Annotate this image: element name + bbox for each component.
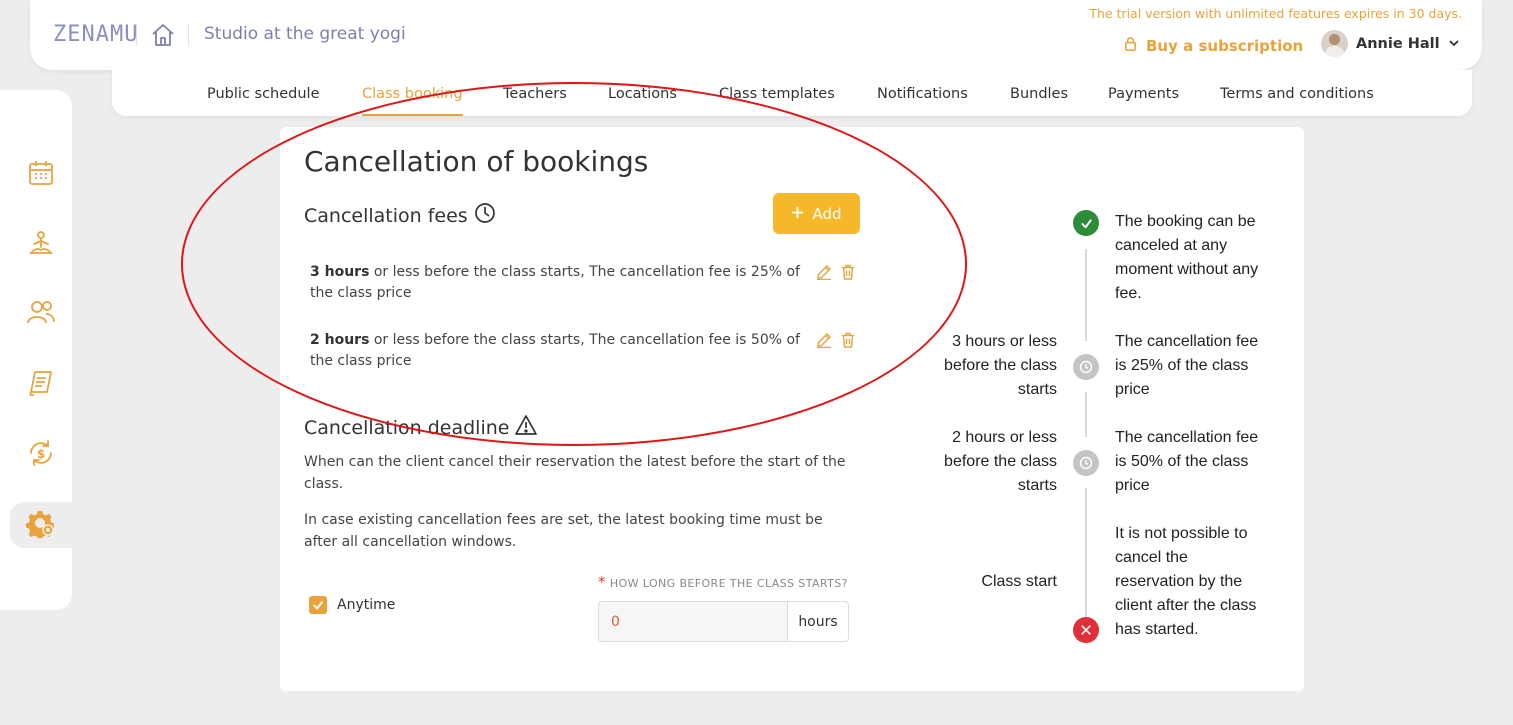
clock-icon <box>474 202 496 229</box>
hours-input[interactable] <box>599 602 787 641</box>
buy-subscription-label: Buy a subscription <box>1146 36 1304 55</box>
add-fee-label: Add <box>812 204 842 223</box>
trial-notice: The trial version with unlimited feature… <box>1089 6 1462 21</box>
tab-terms-and-conditions[interactable]: Terms and conditions <box>1220 86 1374 102</box>
zenamu-logo[interactable]: ZENAMU <box>53 22 138 47</box>
timeline-step-label: 2 hours or less before the class starts <box>944 429 1057 494</box>
settings-tabs: Public schedule Class booking Teachers L… <box>112 70 1472 116</box>
checkbox-checked-icon <box>309 596 327 614</box>
cancellation-deadline-heading: Cancellation deadline <box>304 414 538 441</box>
cancellation-fees-heading: Cancellation fees <box>304 202 496 229</box>
timeline-step-label: 3 hours or less before the class starts <box>944 333 1057 398</box>
clock-circle-icon <box>1073 354 1099 380</box>
buy-subscription-button[interactable]: Buy a subscription <box>1123 36 1303 55</box>
fee-row-actions <box>816 264 856 280</box>
timeline-step-text: The cancellation fee is 25% of the class… <box>1115 333 1259 398</box>
header-divider <box>188 24 189 46</box>
sidebar-item-clients[interactable] <box>10 291 72 337</box>
sidebar-item-calendar[interactable] <box>10 152 72 198</box>
people-icon <box>26 297 56 331</box>
add-fee-button[interactable]: Add <box>773 193 860 234</box>
tab-public-schedule[interactable]: Public schedule <box>207 86 320 102</box>
trash-icon[interactable] <box>840 264 856 280</box>
money-cycle-icon: $ <box>26 438 56 472</box>
calendar-icon <box>26 158 56 192</box>
timeline-step-label: Class start <box>981 573 1057 590</box>
timeline-step-text: The booking can be canceled at any momen… <box>1115 213 1259 302</box>
top-header: ZENAMU Studio at the great yogi The tria… <box>30 0 1482 70</box>
fee-row-actions <box>816 332 856 348</box>
plus-icon <box>791 205 804 223</box>
sidebar-item-reports[interactable] <box>10 362 72 408</box>
fee-text: or less before the class starts, The can… <box>310 332 800 369</box>
tab-class-templates[interactable]: Class templates <box>719 86 835 102</box>
timeline-step-text: The cancellation fee is 50% of the class… <box>1115 429 1259 494</box>
edit-icon[interactable] <box>816 332 832 348</box>
deadline-description: When can the client cancel their reserva… <box>304 454 846 492</box>
user-menu[interactable]: Annie Hall <box>1321 30 1460 57</box>
page-title: Cancellation of bookings <box>304 145 649 178</box>
sidebar-item-classes[interactable] <box>10 223 72 269</box>
receipt-icon <box>26 368 56 402</box>
tab-teachers[interactable]: Teachers <box>503 86 567 102</box>
timeline-step-text: It is not possible to cancel the reserva… <box>1115 525 1257 638</box>
sidebar-item-finance[interactable]: $ <box>10 432 72 478</box>
studio-name: Studio at the great yogi <box>204 24 406 44</box>
warning-icon <box>515 414 538 441</box>
tab-notifications[interactable]: Notifications <box>877 86 968 102</box>
timeline-line <box>1085 488 1087 618</box>
x-circle-icon <box>1073 617 1099 643</box>
required-asterisk: * <box>598 573 606 591</box>
svg-text:$: $ <box>37 447 45 461</box>
anytime-checkbox[interactable]: Anytime <box>309 596 395 614</box>
check-circle-icon <box>1073 210 1099 236</box>
trash-icon[interactable] <box>840 332 856 348</box>
sidebar: $ <box>0 90 72 610</box>
header-divider <box>136 24 137 46</box>
cancellation-fees-label: Cancellation fees <box>304 204 468 227</box>
avatar <box>1321 30 1348 57</box>
timeline-line <box>1085 249 1087 341</box>
edit-icon[interactable] <box>816 264 832 280</box>
sidebar-item-settings[interactable] <box>10 502 72 548</box>
home-icon[interactable] <box>150 22 176 48</box>
tab-bundles[interactable]: Bundles <box>1010 86 1068 102</box>
fee-text: or less before the class starts, The can… <box>310 264 800 301</box>
yoga-icon <box>26 229 56 263</box>
clock-circle-icon <box>1073 450 1099 476</box>
cancellation-deadline-label: Cancellation deadline <box>304 416 510 439</box>
fee-row: 3 hours or less before the class starts,… <box>310 262 820 304</box>
hours-field-label-text: HOW LONG BEFORE THE CLASS STARTS? <box>609 577 848 590</box>
tab-payments[interactable]: Payments <box>1108 86 1179 102</box>
tab-locations[interactable]: Locations <box>608 86 677 102</box>
deadline-note: In case existing cancellation fees are s… <box>304 512 823 550</box>
lock-icon <box>1123 36 1138 55</box>
timeline-line <box>1085 392 1087 437</box>
chevron-down-icon <box>1448 34 1460 53</box>
fee-hours: 2 hours <box>310 332 370 348</box>
user-name: Annie Hall <box>1356 35 1440 52</box>
anytime-label: Anytime <box>337 597 396 613</box>
hours-field: hours <box>598 601 849 642</box>
tab-class-booking[interactable]: Class booking <box>362 86 463 116</box>
hours-unit: hours <box>787 602 848 641</box>
fee-row: 2 hours or less before the class starts,… <box>310 330 820 372</box>
hours-field-label: * HOW LONG BEFORE THE CLASS STARTS? <box>598 573 848 591</box>
fee-hours: 3 hours <box>310 264 370 280</box>
settings-gear-icon <box>26 508 56 542</box>
cancellation-card: Cancellation of bookings Cancellation fe… <box>280 127 1304 691</box>
